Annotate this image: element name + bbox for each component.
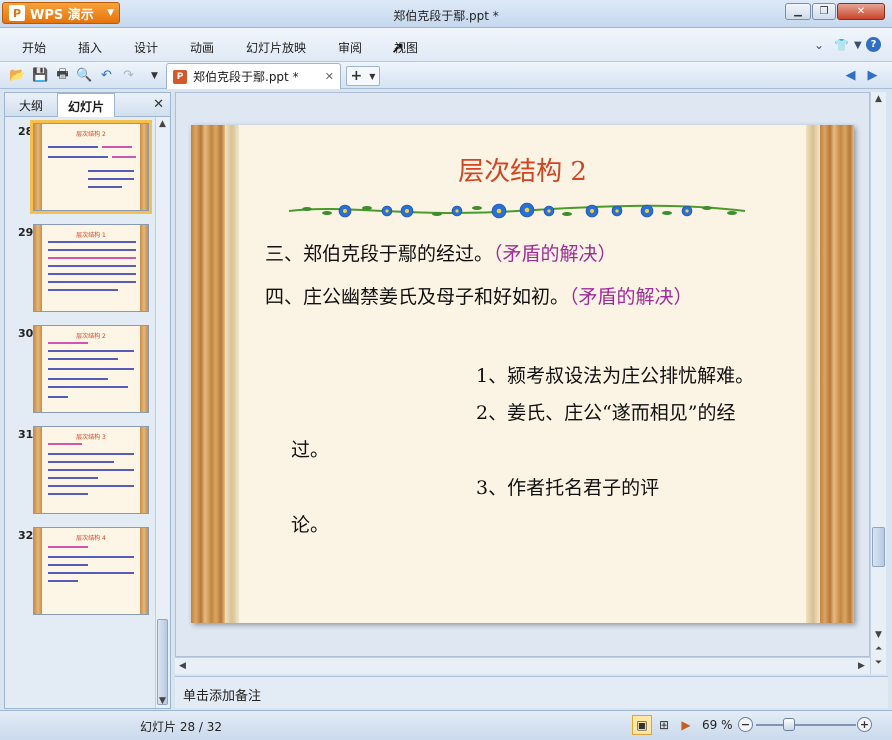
scrollbar-thumb[interactable]	[157, 619, 168, 705]
slideshow-icon[interactable]: ▶	[676, 715, 696, 735]
edit-horizontal-scrollbar[interactable]: ◀ ▶	[175, 657, 870, 674]
status-bar: 幻灯片 28 / 32 ▣ ⊞ ▶ 69 % − +	[0, 710, 892, 740]
slide-point-3-cont[interactable]: 论。	[291, 510, 329, 537]
notes-pane[interactable]: 单击添加备注	[175, 676, 888, 708]
wood-border-right	[820, 125, 854, 623]
slide-line-4[interactable]: 四、庄公幽禁姜氏及母子和好如初。（矛盾的解决）	[265, 282, 693, 309]
panel-tabs: 大纲 幻灯片 ✕	[5, 93, 170, 117]
document-tab-label: 郑伯克段于鄢.ppt *	[193, 70, 299, 84]
panel-scrollbar[interactable]: ▲ ▼	[155, 117, 169, 708]
tab-outline[interactable]: 大纲	[9, 93, 53, 117]
slide-edit-area: 层次结构 2 三、郑伯克段于鄢的经过。（矛盾的解决） 四、庄公幽禁姜氏及母子和好…	[175, 92, 870, 657]
new-tab-button[interactable]: + ▼	[346, 66, 380, 86]
scroll-down-icon[interactable]: ▼	[159, 696, 166, 706]
help-button[interactable]: ?	[866, 37, 881, 52]
close-button[interactable]: ✕	[837, 3, 885, 20]
chevron-down-icon[interactable]: ▼	[369, 72, 375, 81]
skin-icon[interactable]: 👕	[834, 38, 849, 52]
close-icon[interactable]: ✕	[325, 70, 334, 83]
thumbnail-title: 层次结构 1	[76, 232, 106, 239]
window-title: 郑伯克段于鄢.ppt *	[393, 9, 499, 23]
slide-point-1[interactable]: 1、颍考叔设法为庄公排忧解难。	[476, 361, 754, 388]
thumbnail-title: 层次结构 4	[76, 535, 106, 542]
document-tab[interactable]: P 郑伯克段于鄢.ppt * ✕	[166, 63, 341, 89]
ribbon-menu-bar: 开始 插入 设计 动画 幻灯片放映 审阅 视图 ⌄ 👕 ▼ ?	[0, 28, 892, 62]
back-arrow-icon[interactable]: ◀	[842, 67, 859, 84]
line-4-note: （矛盾的解决）	[569, 286, 693, 308]
normal-view-icon[interactable]: ▣	[632, 715, 652, 735]
notes-placeholder: 单击添加备注	[183, 689, 262, 704]
quick-access-toolbar: 📂 💾 🖶 🔍 ↶ ↷ ▼ P 郑伯克段于鄢.ppt * ✕ + ▼ ◀ ▶	[0, 62, 892, 89]
menu-design[interactable]: 设计	[134, 39, 158, 56]
slide-sorter-icon[interactable]: ⊞	[654, 715, 674, 735]
ribbon-collapse-icon[interactable]: ⌄	[814, 38, 824, 52]
zoom-out-icon[interactable]: −	[738, 717, 753, 732]
slide-point-3[interactable]: 3、作者托名君子的评	[476, 473, 659, 500]
slide-line-3[interactable]: 三、郑伯克段于鄢的经过。（矛盾的解决）	[265, 239, 617, 266]
thumbnail-title: 层次结构 3	[76, 434, 106, 441]
title-bar: P WPS 演示 ▼ 郑伯克段于鄢.ppt * ▁ ❐ ✕	[0, 0, 892, 28]
slide-number: 31	[18, 428, 34, 441]
print-icon[interactable]: 🖶	[54, 67, 71, 84]
thumbnail-title: 层次结构 2	[76, 131, 106, 138]
edit-vertical-scrollbar[interactable]: ▲ ▼ ⏶ ⏷	[870, 92, 886, 674]
zoom-slider-handle[interactable]	[783, 718, 795, 731]
slide-thumbnail[interactable]: 层次结构 2	[33, 325, 149, 413]
line-3-text: 三、郑伯克段于鄢的经过。	[265, 243, 494, 265]
help-icon: ?	[866, 37, 881, 52]
ppt-file-icon: P	[173, 69, 187, 84]
close-icon[interactable]: ✕	[153, 97, 164, 112]
menu-review[interactable]: 审阅	[338, 39, 362, 56]
scroll-up-icon[interactable]: ▲	[159, 119, 166, 129]
slide-number: 28	[18, 125, 34, 138]
menu-animation[interactable]: 动画	[190, 39, 214, 56]
slide-title[interactable]: 层次结构 2	[191, 151, 854, 188]
customize-toolbar-icon[interactable]: ▼	[146, 67, 163, 84]
wood-border-left	[191, 125, 225, 623]
plus-icon: +	[350, 68, 363, 84]
next-slide-icon[interactable]: ⏷	[875, 658, 882, 668]
slide-point-2[interactable]: 2、姜氏、庄公“遂而相见”的经	[476, 398, 736, 425]
print-preview-icon[interactable]: 🔍	[76, 67, 93, 84]
save-icon[interactable]: 💾	[32, 67, 49, 84]
line-4-text: 四、庄公幽禁姜氏及母子和好如初。	[265, 286, 570, 308]
slide-thumbnail[interactable]: 层次结构 1	[33, 224, 149, 312]
undo-icon[interactable]: ↶	[98, 67, 115, 84]
scroll-down-icon[interactable]: ▼	[875, 630, 882, 640]
thumbnail-title: 层次结构 2	[76, 333, 106, 340]
menu-home[interactable]: 开始	[22, 39, 46, 56]
slide-thumbnail[interactable]: 层次结构 2	[30, 120, 152, 214]
tab-slides[interactable]: 幻灯片	[57, 93, 116, 117]
zoom-level: 69 %	[702, 718, 733, 732]
minimize-button[interactable]: ▁	[785, 3, 811, 20]
slide-thumbnail[interactable]: 层次结构 3	[33, 426, 149, 514]
slide-number: 32	[18, 529, 34, 542]
slide-number: 30	[18, 327, 34, 340]
forward-arrow-icon[interactable]: ▶	[864, 67, 881, 84]
scroll-up-icon[interactable]: ▲	[875, 94, 882, 104]
open-folder-icon[interactable]: 📂	[9, 67, 26, 84]
chevron-down-icon[interactable]: ▼	[854, 40, 862, 51]
scroll-right-icon[interactable]: ▶	[858, 661, 865, 671]
slide-number: 29	[18, 226, 34, 239]
scrollbar-thumb[interactable]	[872, 527, 885, 567]
zoom-slider-track[interactable]	[756, 724, 856, 726]
flower-garland-icon	[288, 202, 746, 219]
maximize-button[interactable]: ❐	[812, 3, 836, 20]
zoom-in-icon[interactable]: +	[857, 717, 872, 732]
slide-canvas[interactable]: 层次结构 2 三、郑伯克段于鄢的经过。（矛盾的解决） 四、庄公幽禁姜氏及母子和好…	[191, 125, 854, 623]
redo-icon[interactable]: ↷	[120, 67, 137, 84]
previous-slide-icon[interactable]: ⏶	[875, 644, 882, 654]
menu-insert[interactable]: 插入	[78, 39, 102, 56]
slide-panel: 大纲 幻灯片 ✕ 28 层次结构 2 29 层次结构 1 30 层次结构 2 3…	[4, 92, 171, 709]
menu-slideshow[interactable]: 幻灯片放映	[246, 39, 306, 56]
line-3-note: （矛盾的解决）	[493, 243, 617, 265]
mouse-cursor-icon: ➚	[391, 38, 405, 57]
scroll-left-icon[interactable]: ◀	[179, 661, 186, 671]
slide-counter: 幻灯片 28 / 32	[140, 720, 223, 734]
slide-thumbnail[interactable]: 层次结构 4	[33, 527, 149, 615]
slide-point-2-cont[interactable]: 过。	[291, 435, 329, 462]
